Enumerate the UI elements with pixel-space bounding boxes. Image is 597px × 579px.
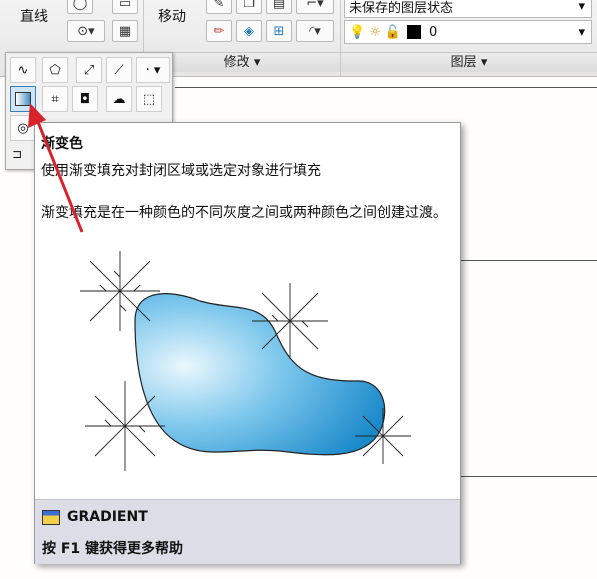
annotation-arrow	[28, 103, 84, 233]
